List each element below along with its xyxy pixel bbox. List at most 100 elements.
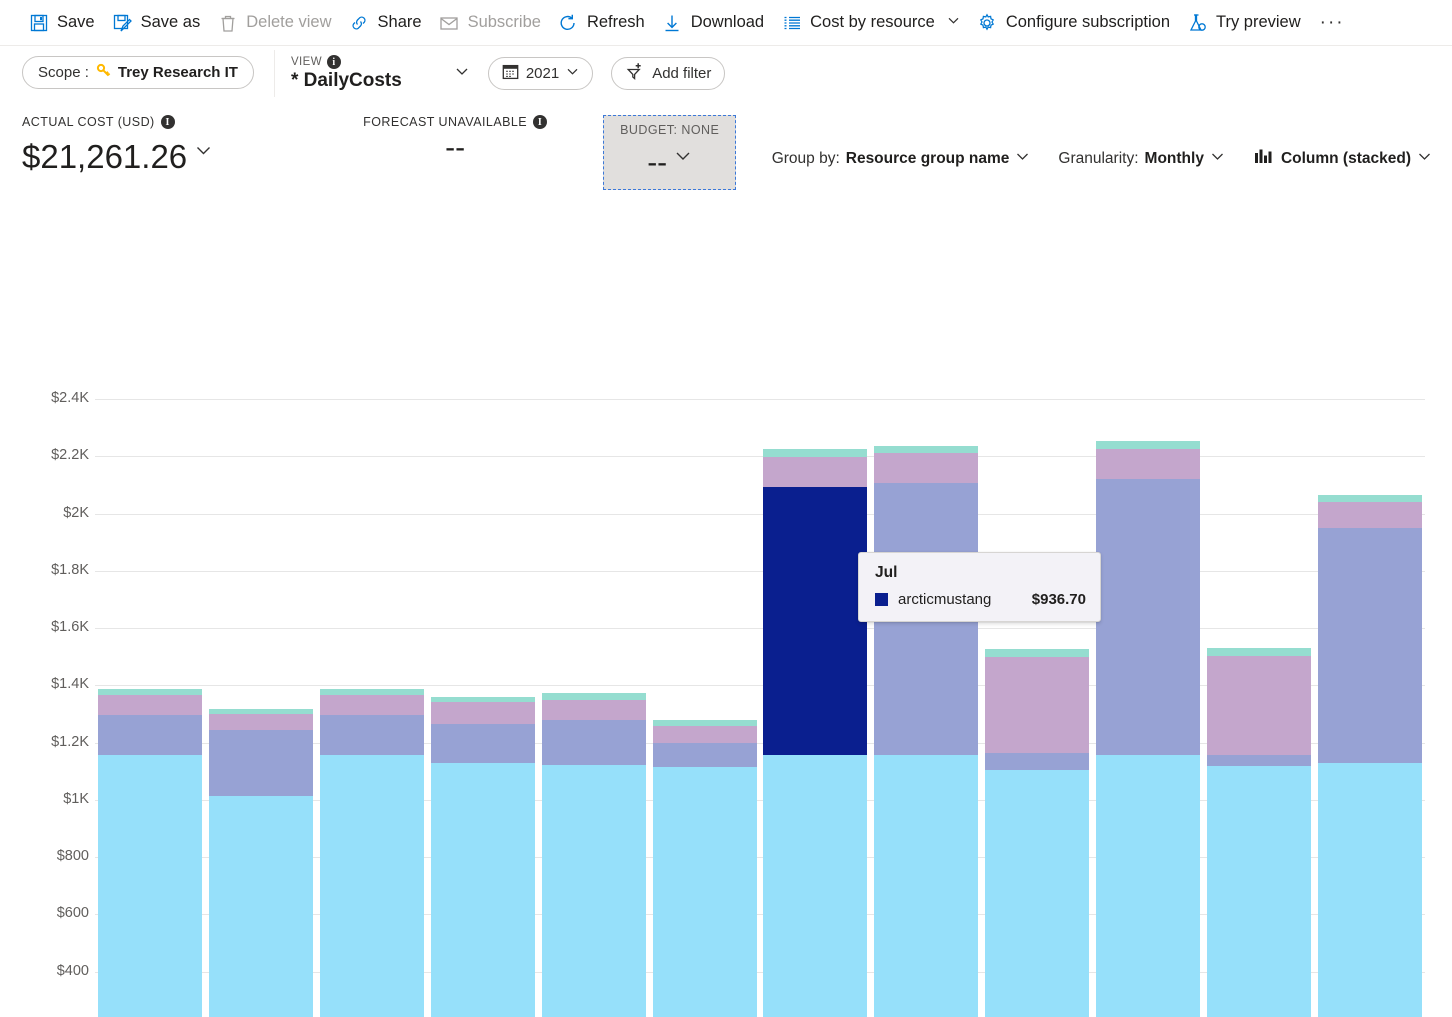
chart-bar-segment[interactable] (985, 648, 1090, 657)
chart-bar-segment[interactable] (874, 755, 979, 1017)
chart-bar-segment[interactable] (763, 755, 868, 1017)
chart-bar-segment[interactable] (430, 702, 535, 724)
chart-bar-segment[interactable] (652, 725, 757, 744)
budget-value: -- (647, 146, 668, 179)
cost-by-resource-button[interactable]: Cost by resource (775, 5, 971, 41)
chart-bar-segment[interactable] (1206, 754, 1311, 766)
try-preview-button[interactable]: Try preview (1181, 5, 1312, 41)
share-button[interactable]: Share (343, 5, 433, 41)
download-label: Download (690, 13, 765, 31)
scope-selector[interactable]: Scope : Trey Research IT (22, 56, 254, 89)
chart-bar-segment[interactable] (98, 714, 203, 755)
chart-bar-segment[interactable] (541, 699, 646, 721)
chart-bar[interactable] (98, 399, 203, 1017)
chart-bar-segment[interactable] (430, 723, 535, 763)
info-icon[interactable]: i (533, 115, 548, 129)
chart-bar-segment[interactable] (763, 457, 868, 488)
chart-bar-segment[interactable] (320, 714, 425, 755)
y-axis-tick-label: $1.4K (51, 676, 89, 693)
chart-bar-segment[interactable] (541, 720, 646, 766)
date-range-value: 2021 (525, 65, 560, 82)
chart-bar-segment[interactable] (985, 656, 1090, 753)
chart-bar[interactable] (652, 399, 757, 1017)
chart-type-selector[interactable]: Column (stacked) (1253, 147, 1432, 170)
chart-bar-segment[interactable] (1095, 479, 1200, 756)
chevron-down-icon (1210, 149, 1225, 169)
chart-bar-segment[interactable] (541, 765, 646, 1017)
chart-bar-segment[interactable] (652, 767, 757, 1017)
chart-bar[interactable] (763, 399, 868, 1017)
view-selector[interactable]: VIEW i * DailyCosts (291, 46, 470, 101)
chart-bar-segment[interactable] (209, 708, 314, 715)
chart-bar[interactable] (985, 399, 1090, 1017)
chart-bar-segment[interactable] (541, 693, 646, 700)
chart-bar-segment[interactable] (98, 754, 203, 1017)
chart-bar-segment[interactable] (430, 762, 535, 1017)
chart-bar[interactable] (1206, 399, 1311, 1017)
chart-tooltip: Jul arcticmustang $936.70 (858, 552, 1101, 622)
chart-bar-segment[interactable] (652, 743, 757, 768)
chart-bar-segment[interactable] (763, 448, 868, 458)
download-button[interactable]: Download (656, 5, 775, 41)
info-icon[interactable]: i (326, 55, 341, 70)
chart-bar-segment[interactable] (209, 796, 314, 1017)
forecast-kpi: FORECAST UNAVAILABLE i -- (363, 115, 548, 164)
refresh-icon (558, 12, 579, 33)
refresh-button[interactable]: Refresh (552, 5, 656, 41)
chart-plot-area[interactable] (95, 399, 1425, 1017)
chart-bar-segment[interactable] (209, 714, 314, 731)
actual-cost-kpi: ACTUAL COST (USD) i $21,261.26 (22, 115, 213, 175)
forecast-value: -- (445, 131, 466, 164)
chart-bar-segment[interactable] (320, 754, 425, 1017)
budget-kpi[interactable]: BUDGET: NONE -- (603, 115, 737, 190)
info-icon[interactable]: i (160, 115, 175, 129)
group-by-selector[interactable]: Group by: Resource group name (772, 149, 1031, 169)
chart-bar-segment[interactable] (763, 487, 868, 756)
budget-value-row[interactable]: -- (647, 140, 692, 179)
group-by-label: Group by: (771, 149, 840, 167)
date-range-selector[interactable]: 2021 (487, 57, 594, 90)
chart-bar-segment[interactable] (1317, 762, 1422, 1017)
chart-bar-segment[interactable] (985, 752, 1090, 770)
chart-bar[interactable] (1095, 399, 1200, 1017)
chart-bar-segment[interactable] (985, 769, 1090, 1017)
add-filter-button[interactable]: Add filter (611, 57, 726, 90)
chart-bar-segment[interactable] (1317, 502, 1422, 528)
granularity-selector[interactable]: Granularity: Monthly (1058, 149, 1225, 169)
chart-bar[interactable] (1317, 399, 1422, 1017)
chart-bar-segment[interactable] (1317, 494, 1422, 503)
chart-bar-segment[interactable] (209, 730, 314, 797)
chart-bar[interactable] (541, 399, 646, 1017)
chart-bar-segment[interactable] (1095, 449, 1200, 480)
calendar-icon (502, 63, 519, 84)
more-commands-button[interactable]: ··· (1312, 8, 1353, 38)
chart-bar[interactable] (430, 399, 535, 1017)
chart-bar-segment[interactable] (1206, 765, 1311, 1017)
chart-bar[interactable] (874, 399, 979, 1017)
chevron-down-icon (454, 63, 470, 84)
chart-bar-segment[interactable] (1317, 527, 1422, 763)
chart-bar-segment[interactable] (98, 695, 203, 715)
chart-bar-segment[interactable] (874, 453, 979, 484)
chart-bar-segment[interactable] (1095, 441, 1200, 450)
y-axis-tick-label: $2K (63, 504, 89, 521)
save-button[interactable]: Save (22, 5, 106, 41)
chart-bar-segment[interactable] (652, 720, 757, 726)
chart-bar-segment[interactable] (320, 688, 425, 696)
chart-bar[interactable] (320, 399, 425, 1017)
chevron-down-icon (674, 140, 692, 172)
chart-bar-segment[interactable] (1206, 655, 1311, 755)
chart-bar[interactable] (209, 399, 314, 1017)
delete-view-button: Delete view (211, 5, 342, 41)
tooltip-series-name: arcticmustang (898, 591, 992, 608)
actual-cost-value-row[interactable]: $21,261.26 (22, 132, 213, 175)
chart-bar-segment[interactable] (320, 695, 425, 715)
save-as-button[interactable]: Save as (106, 5, 212, 41)
chart-bar-segment[interactable] (874, 446, 979, 454)
chart-bar-segment[interactable] (1095, 755, 1200, 1017)
subscribe-label: Subscribe (467, 13, 541, 31)
chart-bar-segment[interactable] (98, 688, 203, 696)
chart-bar-segment[interactable] (430, 696, 535, 703)
chart-bar-segment[interactable] (1206, 647, 1311, 656)
configure-subscription-button[interactable]: Configure subscription (971, 5, 1181, 41)
